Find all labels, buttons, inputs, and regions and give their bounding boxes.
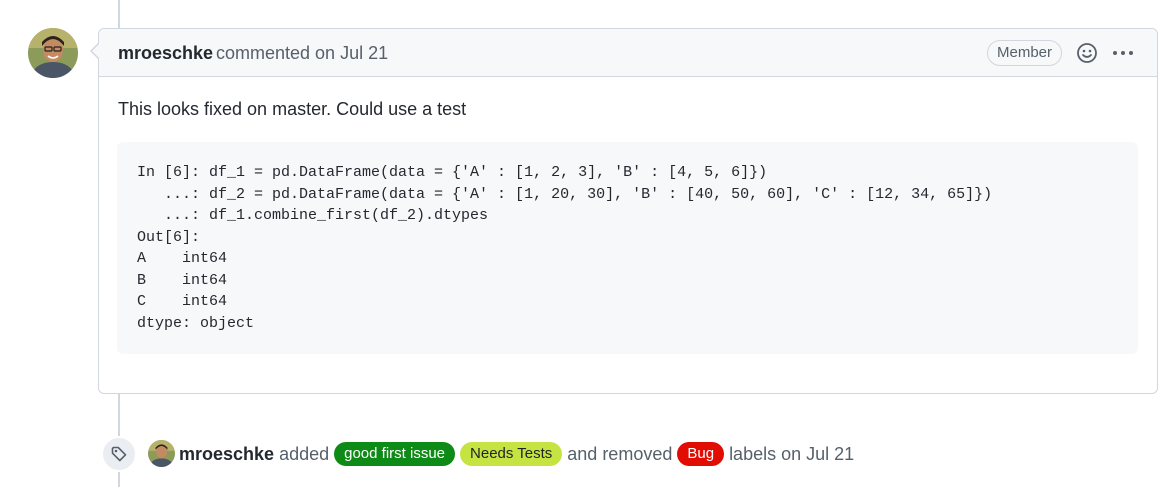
tag-icon bbox=[101, 436, 137, 472]
kebab-horizontal-icon[interactable] bbox=[1111, 41, 1135, 65]
event-added-text: added bbox=[279, 443, 330, 464]
comment-timestamp[interactable]: commented on Jul 21 bbox=[216, 43, 388, 64]
code-block: In [6]: df_1 = pd.DataFrame(data = {'A' … bbox=[117, 142, 1138, 354]
avatar-image bbox=[28, 28, 78, 78]
added-label[interactable]: good first issue bbox=[334, 442, 456, 466]
added-label[interactable]: Needs Tests bbox=[460, 442, 563, 466]
comment-author-link[interactable]: mroeschke bbox=[118, 43, 213, 64]
commenter-avatar[interactable] bbox=[28, 28, 78, 78]
event-author-link[interactable]: mroeschke bbox=[179, 444, 274, 465]
event-avatar[interactable] bbox=[148, 440, 175, 467]
removed-labels: Bug bbox=[677, 442, 725, 466]
smiley-icon[interactable] bbox=[1075, 41, 1099, 65]
event-suffix-text[interactable]: labels on Jul 21 bbox=[729, 444, 854, 465]
comment-header: mroeschke commented on Jul 21 Member bbox=[99, 29, 1157, 77]
code-content: In [6]: df_1 = pd.DataFrame(data = {'A' … bbox=[137, 164, 993, 332]
timeline-line-top bbox=[118, 0, 120, 28]
avatar-image-small bbox=[148, 440, 175, 467]
added-labels: good first issue Needs Tests bbox=[334, 442, 563, 466]
comment-box: mroeschke commented on Jul 21 Member Thi… bbox=[90, 28, 1158, 394]
removed-label[interactable]: Bug bbox=[677, 442, 725, 466]
event-removed-text: and removed bbox=[567, 443, 673, 464]
timeline-line-middle bbox=[118, 393, 120, 437]
timeline-line-bottom bbox=[118, 471, 120, 487]
label-event: mroeschke added good first issue Needs Te… bbox=[179, 442, 854, 466]
member-badge: Member bbox=[987, 40, 1063, 66]
comment-body-text: This looks fixed on master. Could use a … bbox=[118, 99, 467, 119]
